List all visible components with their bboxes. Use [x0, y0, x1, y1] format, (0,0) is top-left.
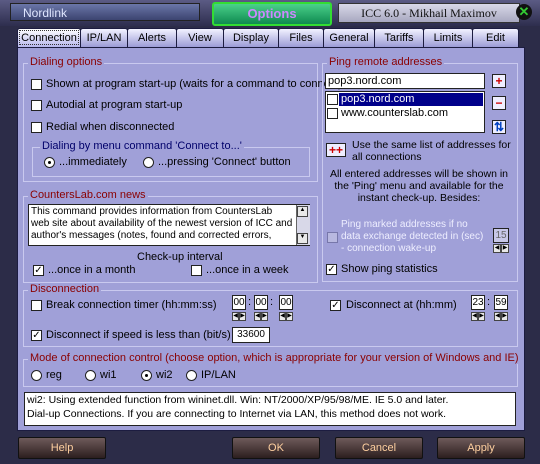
redial-checkbox[interactable]	[31, 122, 42, 133]
show-ping-stats-label: Show ping statistics	[341, 263, 438, 275]
mode-iplan-label: IP/LAN	[201, 369, 236, 381]
minutes-increase-icon[interactable]: ▶	[261, 312, 268, 321]
redial-label: Redial when disconnected	[46, 121, 175, 133]
ping-marked-checkbox[interactable]	[327, 232, 338, 243]
minutes-decrease-icon[interactable]: ◀	[254, 312, 261, 321]
timer-separator: :	[248, 296, 252, 308]
at-hour-decrease-icon[interactable]: ◀	[471, 312, 478, 321]
seconds-decrease-icon[interactable]: ◀	[279, 312, 286, 321]
tab-view[interactable]: View	[176, 28, 224, 47]
at-minute-decrease-icon[interactable]: ◀	[494, 312, 501, 321]
speed-disconnect-label: Disconnect if speed is less than (bit/s)	[46, 329, 231, 341]
weekly-checkbox[interactable]	[191, 265, 202, 276]
hours-decrease-icon[interactable]: ◀	[232, 312, 239, 321]
show-ping-stats-checkbox[interactable]: ✓	[326, 264, 337, 275]
cancel-button[interactable]: Cancel	[335, 437, 423, 459]
same-list-button[interactable]: ++	[326, 143, 346, 157]
at-minute-increase-icon[interactable]: ▶	[501, 312, 508, 321]
tab-ip-lan[interactable]: IP/LAN	[80, 28, 128, 47]
tab-tariffs[interactable]: Tariffs	[374, 28, 424, 47]
window-subtitle: ICC 6.0 - Mikhail Maximov	[338, 3, 520, 23]
hours-increase-icon[interactable]: ▶	[239, 312, 246, 321]
add-address-button[interactable]: +	[492, 74, 506, 88]
disconnection-title: Disconnection	[28, 283, 102, 295]
tab-general[interactable]: General	[323, 28, 375, 47]
ping-address-input-value: pop3.nord.com	[328, 75, 402, 87]
tab-edit[interactable]: Edit	[472, 28, 519, 47]
mode-info-line-2: Dial-up Connections. If you are connecti…	[27, 408, 447, 420]
disconnect-minute-field[interactable]: 59	[494, 295, 508, 310]
mode-wi1-radio[interactable]	[85, 370, 96, 381]
timer-hours-field[interactable]: 00	[232, 295, 246, 310]
dialing-menu-title: Dialing by menu command 'Connect to...'	[40, 140, 244, 152]
mode-iplan-radio[interactable]	[186, 370, 197, 381]
close-icon[interactable]: ✕	[516, 4, 532, 20]
sort-addresses-button[interactable]: ⇅	[492, 120, 506, 134]
address-checkbox-1[interactable]	[327, 94, 338, 105]
dialing-options-title: Dialing options	[28, 56, 105, 68]
seconds-increase-icon[interactable]: ▶	[286, 312, 293, 321]
same-list-label: Use the same list of addresses for all c…	[352, 139, 511, 163]
wake-up-seconds-field[interactable]: 15	[493, 228, 509, 243]
tab-alerts[interactable]: Alerts	[127, 28, 177, 47]
tab-limits[interactable]: Limits	[423, 28, 473, 47]
timer-minutes-field[interactable]: 00	[254, 295, 268, 310]
wake-up-increase-icon[interactable]: ▶	[501, 244, 509, 253]
app-name: Nordlink	[10, 3, 200, 21]
shown-at-startup-checkbox[interactable]	[31, 79, 42, 90]
autodial-label: Autodial at program start-up	[46, 99, 183, 111]
window-title: Options	[212, 2, 332, 26]
apply-button[interactable]: Apply	[437, 437, 525, 459]
news-title: CountersLab.com news	[28, 189, 148, 201]
address-item-1[interactable]: pop3.nord.com	[339, 93, 483, 106]
break-timer-checkbox[interactable]	[31, 300, 42, 311]
mode-title: Mode of connection control (choose optio…	[28, 352, 521, 364]
mode-wi2-radio[interactable]	[141, 370, 152, 381]
disconnect-separator: :	[487, 296, 491, 308]
monthly-checkbox[interactable]: ✓	[33, 265, 44, 276]
wake-up-decrease-icon[interactable]: ◀	[493, 244, 501, 253]
ping-marked-label: Ping marked addresses if no data exchang…	[341, 219, 484, 254]
pressing-connect-label: ...pressing 'Connect' button	[158, 156, 291, 168]
disconnect-at-label: Disconnect at (hh:mm)	[346, 299, 457, 311]
mode-wi2-label: wi2	[156, 369, 173, 381]
ok-button[interactable]: OK	[232, 437, 320, 459]
news-text: This command provides information from C…	[31, 206, 293, 241]
tab-display[interactable]: Display	[223, 28, 279, 47]
timer-seconds-field[interactable]: 00	[279, 295, 293, 310]
scroll-down-icon[interactable]: ▼	[297, 233, 308, 244]
mode-info-line-1: wi2: Using extended function from winine…	[27, 394, 449, 406]
disconnect-hour-field[interactable]: 23	[471, 295, 485, 310]
address-item-2[interactable]: www.counterslab.com	[341, 107, 448, 119]
autodial-checkbox[interactable]	[31, 100, 42, 111]
speed-disconnect-checkbox[interactable]: ✓	[31, 330, 42, 341]
timer-separator: :	[270, 296, 274, 308]
mode-wi1-label: wi1	[100, 369, 117, 381]
tab-connection[interactable]: Connection	[17, 28, 81, 47]
scroll-up-icon[interactable]: ▲	[297, 206, 308, 217]
remove-address-button[interactable]: −	[492, 96, 506, 110]
mode-reg-radio[interactable]	[31, 370, 42, 381]
monthly-label: ...once in a month	[48, 264, 136, 276]
speed-threshold-field[interactable]: 33600	[232, 327, 270, 343]
ping-info-text: All entered addresses will be shown in t…	[329, 168, 508, 204]
shown-at-startup-label: Shown at program start-up (waits for a c…	[46, 78, 342, 90]
checkup-interval-label: Check-up interval	[137, 251, 223, 263]
disconnect-at-checkbox[interactable]: ✓	[330, 300, 341, 311]
weekly-label: ...once in a week	[206, 264, 289, 276]
at-hour-increase-icon[interactable]: ▶	[478, 312, 485, 321]
immediately-radio[interactable]	[44, 157, 55, 168]
mode-reg-label: reg	[46, 369, 62, 381]
pressing-connect-radio[interactable]	[143, 157, 154, 168]
break-timer-label: Break connection timer (hh:mm:ss)	[46, 299, 217, 311]
ping-title: Ping remote addresses	[327, 56, 445, 68]
help-button[interactable]: Help	[18, 437, 106, 459]
immediately-label: ...immediately	[59, 156, 127, 168]
tab-files[interactable]: Files	[278, 28, 324, 47]
address-checkbox-2[interactable]	[327, 108, 338, 119]
